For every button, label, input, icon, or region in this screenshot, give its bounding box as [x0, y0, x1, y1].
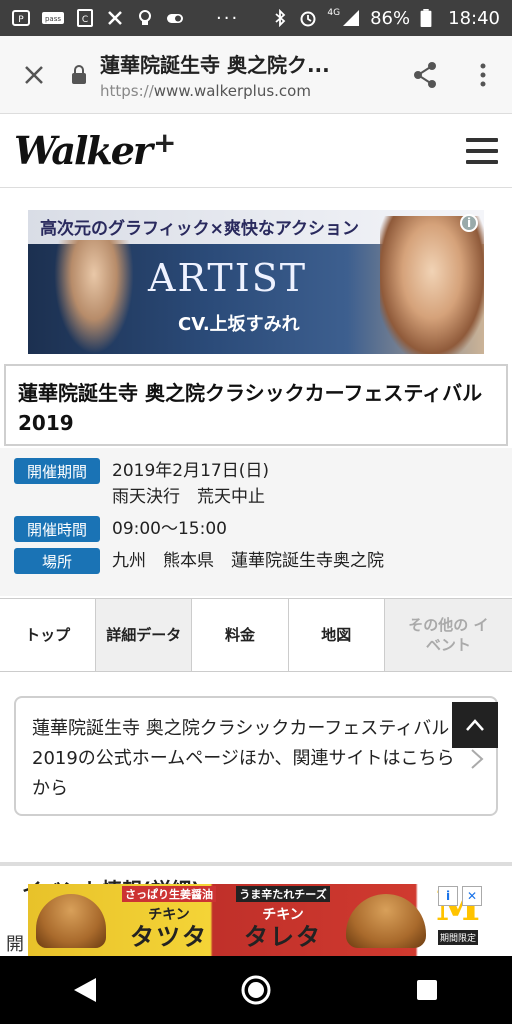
- lock-icon: [68, 64, 90, 85]
- logo-text: Walker: [14, 128, 153, 173]
- place-badge: 場所: [14, 548, 100, 574]
- svg-text:pass: pass: [45, 15, 61, 23]
- event-title: 蓮華院誕生寺 奥之院クラシックカーフェスティバル2019: [4, 364, 508, 446]
- burger-image: [346, 894, 426, 948]
- place-row: 場所 九州 熊本県 蓮華院誕生寺奥之院: [14, 548, 498, 574]
- period-value: 2019年2月17日(日) 雨天決行 荒天中止: [112, 458, 269, 510]
- site-header: Walker +: [0, 114, 512, 188]
- bulb-icon: [139, 10, 151, 25]
- share-button[interactable]: [396, 36, 454, 114]
- ad-right-tag: うま辛たれチーズ: [236, 886, 330, 902]
- battery-percent: 86%: [370, 7, 411, 29]
- page-url: https://www.walkerplus.com: [100, 82, 396, 100]
- clock-time: 18:40: [448, 7, 500, 29]
- share-icon: [414, 61, 436, 88]
- chevron-right-icon: [470, 748, 484, 779]
- status-bar: P pass C ··· 4G 86% 18:40: [0, 0, 512, 36]
- walker-plus-logo[interactable]: Walker +: [14, 126, 177, 173]
- notification-icon: P: [12, 10, 30, 26]
- period-badge: 開催期間: [14, 458, 100, 484]
- ad-catchphrase: 高次元のグラフィック×爽快なアクション: [40, 219, 360, 239]
- url-host: www.walkerplus.com: [153, 82, 311, 100]
- app-icon: C: [77, 9, 93, 27]
- ad-left-name: タツタ: [130, 923, 208, 951]
- toggle-icon: [167, 14, 183, 23]
- event-tabs: トップ 詳細データ 料金 地図 その他の イベント: [0, 598, 512, 672]
- ad-right-item: チキン: [262, 907, 304, 923]
- time-row: 開催時間 09:00〜15:00: [14, 516, 498, 542]
- url-display[interactable]: 蓮華院誕生寺 奥之院ク... https://www.walkerplus.co…: [100, 49, 396, 100]
- period-row: 開催期間 2019年2月17日(日) 雨天決行 荒天中止: [14, 458, 498, 510]
- overflow-menu-button[interactable]: [454, 36, 512, 114]
- ad-subline: CV.上坂すみれ: [178, 314, 300, 335]
- related-sites-text: 蓮華院誕生寺 奥之院クラシックカーフェスティバル2019の公式ホームページほか、…: [32, 718, 455, 799]
- logo-plus: +: [152, 126, 177, 159]
- system-nav-bar: [0, 956, 512, 1024]
- menu-line: [466, 148, 498, 153]
- related-sites-link[interactable]: 蓮華院誕生寺 奥之院クラシックカーフェスティバル2019の公式ホームページほか、…: [14, 696, 498, 816]
- close-icon: [25, 65, 43, 84]
- back-triangle-icon: [74, 978, 97, 1002]
- close-tab-button[interactable]: [0, 36, 68, 114]
- pass-icon: pass: [42, 12, 64, 24]
- ad-left-item: チキン: [148, 907, 190, 923]
- network-type: 4G: [327, 8, 341, 18]
- ad-character-image: [54, 240, 134, 354]
- section-divider: [0, 862, 512, 866]
- home-button[interactable]: [226, 960, 286, 1020]
- limited-tag: 期間限定: [437, 930, 478, 945]
- tab-top[interactable]: トップ: [0, 599, 97, 671]
- ad-character-portrait: [380, 216, 484, 354]
- ad-product-left: さっぱり生姜醤油 チキン タツタ: [110, 884, 228, 956]
- battery-icon: [420, 9, 432, 27]
- scroll-to-top-button[interactable]: [452, 702, 498, 748]
- page-title: 蓮華院誕生寺 奥之院ク...: [100, 53, 330, 77]
- svg-text:C: C: [82, 15, 88, 25]
- period-date: 2019年2月17日(日): [112, 461, 269, 481]
- tab-other-events: その他の イベント: [384, 599, 512, 671]
- bluetooth-icon: [275, 9, 286, 27]
- signal-icon: [343, 10, 360, 26]
- recents-square-icon: [416, 980, 437, 1000]
- ad-headline: ARTIST: [148, 256, 308, 300]
- ad-left-tag: さっぱり生姜醤油: [122, 886, 216, 902]
- alarm-icon: [300, 11, 316, 27]
- ad-close-icon[interactable]: ✕: [462, 886, 482, 906]
- bottom-ad-banner[interactable]: さっぱり生姜醤油 チキン タツタ うま辛たれチーズ チキン タレタ M 期間限定: [28, 884, 484, 956]
- recents-button[interactable]: [397, 960, 457, 1020]
- tab-map[interactable]: 地図: [289, 599, 385, 671]
- tab-price[interactable]: 料金: [192, 599, 289, 671]
- period-note: 雨天決行 荒天中止: [112, 487, 265, 507]
- more-vert-icon: [480, 63, 486, 86]
- top-ad-banner[interactable]: 高次元のグラフィック×爽快なアクション ARTIST CV.上坂すみれ i: [28, 210, 484, 354]
- menu-line: [466, 137, 498, 142]
- url-scheme: https://: [100, 82, 154, 100]
- place-value: 九州 熊本県 蓮華院誕生寺奥之院: [112, 551, 384, 571]
- time-value: 09:00〜15:00: [112, 519, 227, 539]
- burger-image: [36, 894, 106, 948]
- tools-icon: [108, 11, 122, 25]
- menu-line: [466, 159, 498, 164]
- svg-text:P: P: [18, 15, 24, 25]
- more-notifications-dots: ···: [216, 7, 240, 29]
- chevron-up-icon: [466, 719, 484, 731]
- home-circle-icon: [241, 975, 271, 1005]
- browser-url-bar: 蓮華院誕生寺 奥之院ク... https://www.walkerplus.co…: [0, 36, 512, 114]
- hamburger-menu-button[interactable]: [466, 137, 498, 164]
- back-button[interactable]: [55, 960, 115, 1020]
- section-fragment: 開: [6, 934, 24, 955]
- ad-product-right: うま辛たれチーズ チキン タレタ: [228, 884, 338, 956]
- tab-details[interactable]: 詳細データ: [96, 599, 193, 671]
- ad-controls: i ✕: [438, 886, 484, 908]
- ad-choices-icon[interactable]: i: [438, 886, 458, 906]
- ad-right-name: タレタ: [244, 923, 322, 951]
- event-details: 開催期間 2019年2月17日(日) 雨天決行 荒天中止 開催時間 09:00〜…: [0, 448, 512, 596]
- time-badge: 開催時間: [14, 516, 100, 542]
- ad-info-icon[interactable]: i: [460, 214, 478, 232]
